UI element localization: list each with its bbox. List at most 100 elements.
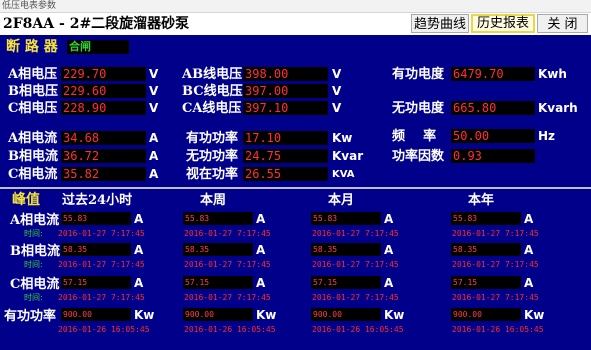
c-phase-voltage-value: 228.90: [61, 101, 146, 115]
peak-value: 900.00: [183, 308, 253, 321]
meter-window: 低压电表参数 2F8AA - 2#二段旋溜器砂泵 趋势曲线 历史报表 关 闭 断…: [0, 0, 591, 350]
window-titlebar: 低压电表参数: [0, 0, 591, 13]
peak-row-label: B相电流: [10, 244, 60, 259]
bc-line-voltage-unit: V: [332, 84, 342, 98]
peak-row-label: 有功功率: [4, 309, 57, 324]
peak-value: 900.00: [451, 308, 521, 321]
b-phase-voltage-unit: V: [149, 84, 159, 98]
peak-time: 2016-01-27 7:17:45: [312, 260, 399, 269]
peak-value: 57.15: [183, 276, 253, 289]
peak-value: 55.83: [311, 212, 381, 225]
apparent-power-value: 26.55: [243, 167, 328, 181]
peak-time: 2016-01-27 7:17:45: [452, 260, 539, 269]
active-power-value: 17.10: [243, 131, 328, 145]
peak-title: 峰值: [12, 192, 40, 208]
b-phase-current-value: 36.72: [61, 149, 146, 163]
peak-time: 2016-01-27 7:17:45: [58, 260, 145, 269]
active-energy-unit: Kwh: [538, 67, 567, 81]
peak-time: 2016-01-27 7:17:45: [184, 293, 271, 302]
frequency-value: 50.00: [451, 129, 535, 143]
a-phase-current-value: 34.68: [61, 131, 146, 145]
bc-line-voltage-value: 397.00: [243, 84, 328, 98]
peak-unit: A: [524, 212, 534, 226]
peak-value: 58.35: [451, 243, 521, 256]
period-week: 本周: [200, 193, 227, 208]
frequency-unit: Hz: [538, 129, 556, 143]
window-title: 低压电表参数: [2, 1, 57, 11]
breaker-status: 合闸: [67, 40, 129, 54]
peak-time: 2016-01-27 7:17:45: [312, 293, 399, 302]
meter-panel: 断 路 器 合闸 A相电压 229.70 V B相电压 229.60 V C相电…: [0, 35, 591, 350]
device-title: 2F8AA - 2#二段旋溜器砂泵: [3, 16, 190, 32]
section-divider: [0, 187, 591, 189]
close-button[interactable]: 关 闭: [537, 14, 588, 33]
peak-value: 55.83: [451, 212, 521, 225]
peak-row-label: C相电流: [10, 277, 60, 292]
frequency-label: 频 率: [392, 129, 437, 144]
peak-unit: Kw: [134, 308, 155, 322]
peak-unit: A: [524, 243, 534, 257]
peak-time-label: 时间:: [24, 229, 43, 238]
reactive-energy-unit: Kvarh: [538, 101, 578, 115]
peak-time: 2016-01-27 7:17:45: [184, 260, 271, 269]
ca-line-voltage-label: CA线电压: [182, 101, 242, 116]
peak-value: 55.83: [183, 212, 253, 225]
peak-time: 2016-01-26 16:05:45: [452, 325, 544, 334]
peak-value: 57.15: [61, 276, 131, 289]
peak-time: 2016-01-27 7:17:45: [58, 293, 145, 302]
reactive-energy-label: 无功电度: [392, 101, 445, 116]
b-phase-voltage-value: 229.60: [61, 84, 146, 98]
a-phase-current-label: A相电流: [8, 131, 58, 146]
trend-curve-button[interactable]: 趋势曲线: [411, 14, 469, 33]
a-phase-current-unit: A: [149, 131, 159, 145]
period-month: 本月: [328, 193, 355, 208]
ca-line-voltage-unit: V: [332, 101, 342, 115]
peak-time: 2016-01-27 7:17:45: [184, 229, 271, 238]
c-phase-voltage-unit: V: [149, 101, 159, 115]
b-phase-current-label: B相电流: [8, 149, 58, 164]
ab-line-voltage-label: AB线电压: [182, 67, 243, 82]
ab-line-voltage-unit: V: [332, 67, 342, 81]
peak-unit: Kw: [524, 308, 545, 322]
peak-value: 57.15: [451, 276, 521, 289]
peak-value: 57.15: [311, 276, 381, 289]
active-energy-value: 6479.70: [451, 67, 535, 81]
c-phase-current-unit: A: [149, 167, 159, 181]
bc-line-voltage-label: BC线电压: [182, 84, 243, 99]
history-report-button[interactable]: 历史报表: [471, 14, 535, 33]
ca-line-voltage-value: 397.10: [243, 101, 328, 115]
peak-unit: A: [134, 212, 144, 226]
reactive-power-value: 24.75: [243, 149, 328, 163]
c-phase-current-label: C相电流: [8, 167, 58, 182]
active-power-label: 有功功率: [186, 131, 239, 146]
peak-unit: Kw: [256, 308, 277, 322]
period-24h: 过去24小时: [62, 193, 133, 208]
reactive-energy-value: 665.80: [451, 101, 535, 115]
apparent-power-label: 视在功率: [186, 167, 239, 182]
a-phase-voltage-value: 229.70: [61, 67, 146, 81]
reactive-power-label: 无功功率: [186, 149, 239, 164]
peak-time-label: 时间:: [24, 260, 43, 269]
c-phase-voltage-label: C相电压: [8, 101, 58, 116]
peak-time: 2016-01-26 16:05:45: [184, 325, 276, 334]
peak-value: 900.00: [61, 308, 131, 321]
peak-time-label: 时间:: [24, 293, 43, 302]
peak-time: 2016-01-26 16:05:45: [312, 325, 404, 334]
a-phase-voltage-label: A相电压: [8, 67, 58, 82]
peak-time: 2016-01-27 7:17:45: [312, 229, 399, 238]
peak-value: 58.35: [183, 243, 253, 256]
power-factor-value: 0.93: [451, 149, 535, 163]
peak-unit: A: [256, 276, 266, 290]
peak-unit: A: [524, 276, 534, 290]
peak-time: 2016-01-26 16:05:45: [58, 325, 150, 334]
reactive-power-unit: Kvar: [332, 149, 364, 163]
peak-row-label: A相电流: [10, 213, 60, 228]
peak-value: 55.83: [61, 212, 131, 225]
b-phase-current-unit: A: [149, 149, 159, 163]
peak-value: 58.35: [61, 243, 131, 256]
peak-unit: A: [384, 212, 394, 226]
period-year: 本年: [468, 193, 495, 208]
peak-time: 2016-01-27 7:17:45: [58, 229, 145, 238]
b-phase-voltage-label: B相电压: [8, 84, 58, 99]
c-phase-current-value: 35.82: [61, 167, 146, 181]
